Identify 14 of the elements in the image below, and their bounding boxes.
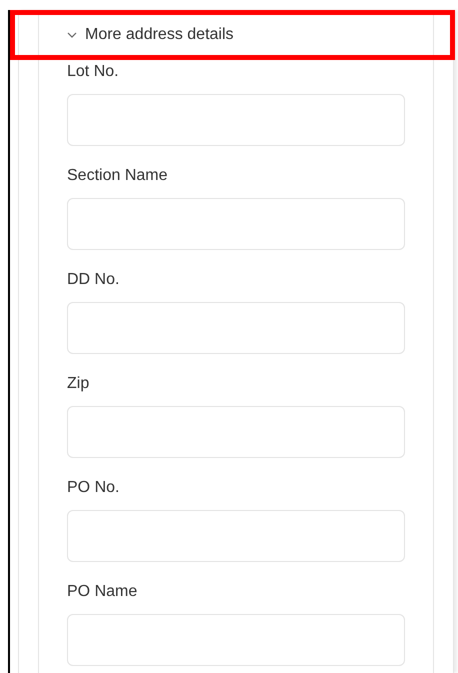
input-field[interactable]	[67, 198, 405, 250]
input-field[interactable]	[67, 94, 405, 146]
field-label: Lot No.	[67, 62, 120, 82]
field-label: PO Name	[67, 582, 138, 602]
field-label: PO No.	[67, 478, 120, 498]
field-label: DD No.	[67, 270, 120, 290]
section-toggle[interactable]: More address details	[67, 10, 234, 60]
input-field[interactable]	[67, 406, 405, 458]
input-field[interactable]	[67, 302, 405, 354]
field-label: Zip	[67, 374, 90, 394]
input-field[interactable]	[67, 510, 405, 562]
chevron-icon	[67, 30, 77, 40]
field-label: Section Name	[67, 166, 168, 186]
input-field[interactable]	[67, 614, 405, 666]
